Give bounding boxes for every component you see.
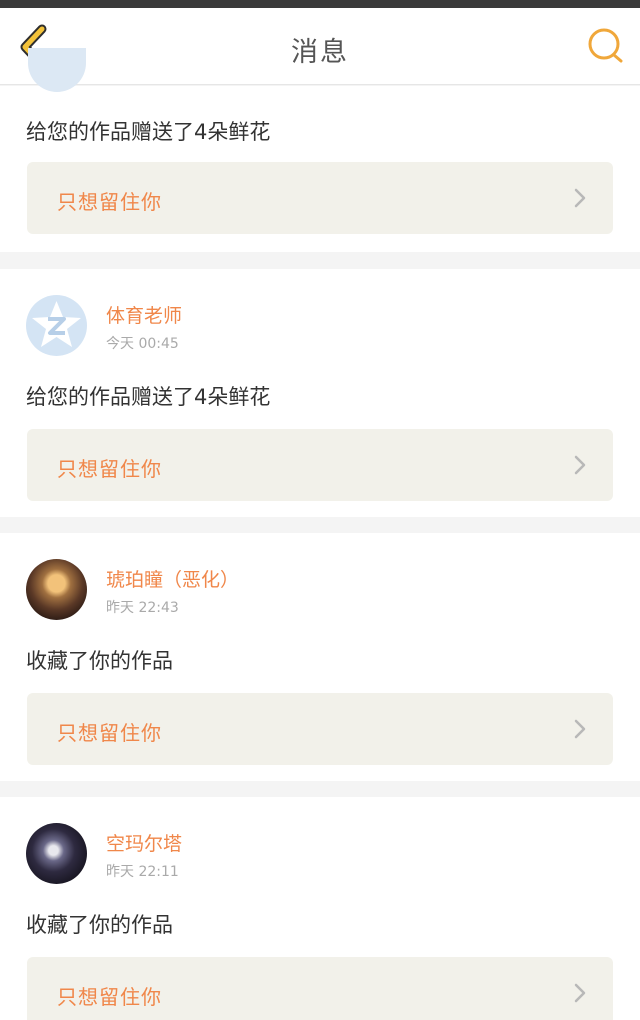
message-action-text: 收藏了你的作品 bbox=[26, 913, 173, 937]
message-card: 琥珀瞳（恶化） 昨天 22:43 收藏了你的作品 只想留住你 bbox=[0, 533, 640, 781]
timestamp: 今天 00:45 bbox=[106, 336, 179, 352]
reply-card[interactable]: 只想留住你 bbox=[27, 957, 613, 1020]
message-action-text: 收藏了你的作品 bbox=[26, 649, 173, 673]
page-title: 消息 bbox=[291, 37, 349, 68]
reply-title: 只想留住你 bbox=[57, 985, 162, 1009]
message-card: 空玛尔塔 昨天 22:11 收藏了你的作品 只想留住你 bbox=[0, 797, 640, 1020]
reply-card[interactable]: 只想留住你 bbox=[27, 162, 613, 234]
chevron-right-icon bbox=[574, 188, 586, 208]
username[interactable]: 空玛尔塔 bbox=[106, 829, 182, 856]
chevron-right-icon bbox=[574, 455, 586, 475]
search-button[interactable] bbox=[586, 26, 626, 66]
reply-card[interactable]: 只想留住你 bbox=[27, 429, 613, 501]
chevron-right-icon bbox=[574, 719, 586, 739]
message-action-text: 给您的作品赠送了4朵鲜花 bbox=[26, 385, 271, 409]
reply-card[interactable]: 只想留住你 bbox=[27, 693, 613, 765]
reply-title: 只想留住你 bbox=[57, 190, 162, 214]
avatar[interactable] bbox=[26, 295, 87, 356]
chevron-right-icon bbox=[574, 983, 586, 1003]
timestamp: 昨天 22:43 bbox=[106, 600, 179, 616]
username[interactable]: 体育老师 bbox=[106, 301, 182, 328]
username[interactable]: 琥珀瞳（恶化） bbox=[106, 565, 239, 592]
message-action-text: 给您的作品赠送了4朵鲜花 bbox=[26, 120, 271, 144]
message-card: 给您的作品赠送了4朵鲜花 只想留住你 bbox=[0, 48, 640, 252]
reply-title: 只想留住你 bbox=[57, 457, 162, 481]
message-card: 体育老师 今天 00:45 给您的作品赠送了4朵鲜花 只想留住你 bbox=[0, 269, 640, 517]
timestamp: 昨天 22:11 bbox=[106, 864, 179, 880]
reply-title: 只想留住你 bbox=[57, 721, 162, 745]
avatar[interactable] bbox=[28, 48, 86, 92]
avatar[interactable] bbox=[26, 559, 87, 620]
app-header: 消息 bbox=[0, 8, 640, 85]
avatar[interactable] bbox=[26, 823, 87, 884]
status-bar bbox=[0, 0, 640, 8]
default-avatar-icon bbox=[32, 301, 81, 347]
